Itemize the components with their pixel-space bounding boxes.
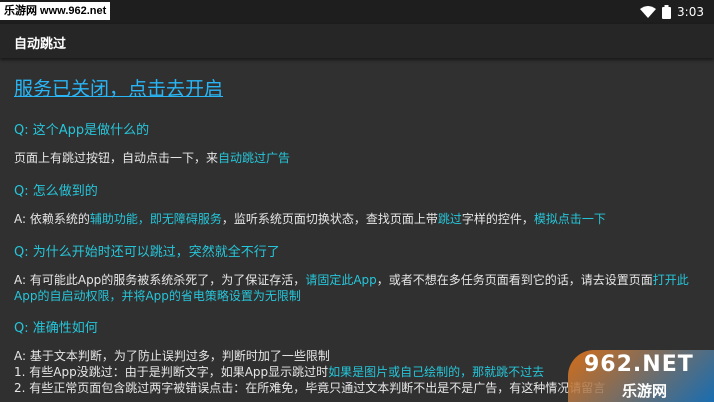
watermark-brand: 962.NET [584, 352, 694, 377]
faq-question-1: Q: 这个App是做什么的 [14, 123, 150, 138]
content: 服务已关闭，点击去开启 Q: 这个App是做什么的 页面上有跳过按钮，自动点击一… [14, 74, 700, 395]
app-title: 自动跳过 [14, 37, 67, 52]
watermark-logo: 962.NET 乐游网 [568, 350, 714, 402]
faq-answer-2: A: 依赖系统的辅助功能，即无障碍服务，监听系统页面切换状态，查找页面上带跳过字… [14, 212, 606, 226]
service-toggle-link[interactable]: 服务已关闭，点击去开启 [14, 74, 700, 101]
battery-icon [662, 5, 672, 19]
clock: 3:03 [677, 5, 704, 19]
wifi-icon [640, 6, 657, 18]
status-bar: 乐游网 www.962.net 3:03 [0, 0, 714, 24]
faq-question-3: Q: 为什么开始时还可以跳过，突然就全不行了 [14, 245, 280, 260]
faq-question-4: Q: 准确性如何 [14, 321, 98, 336]
watermark-sub: 乐游网 [622, 382, 668, 400]
site-tag: 乐游网 www.962.net [0, 2, 111, 20]
status-icons: 3:03 [640, 0, 704, 24]
app-bar: 自动跳过 [0, 24, 714, 58]
faq-answer-3: A: 有可能此App的服务被系统杀死了，为了保证存活，请固定此App，或者不想在… [14, 273, 689, 303]
faq-answer-1: 页面上有跳过按钮，自动点击一下，来自动跳过广告 [14, 151, 291, 165]
faq-question-2: Q: 怎么做到的 [14, 184, 98, 199]
